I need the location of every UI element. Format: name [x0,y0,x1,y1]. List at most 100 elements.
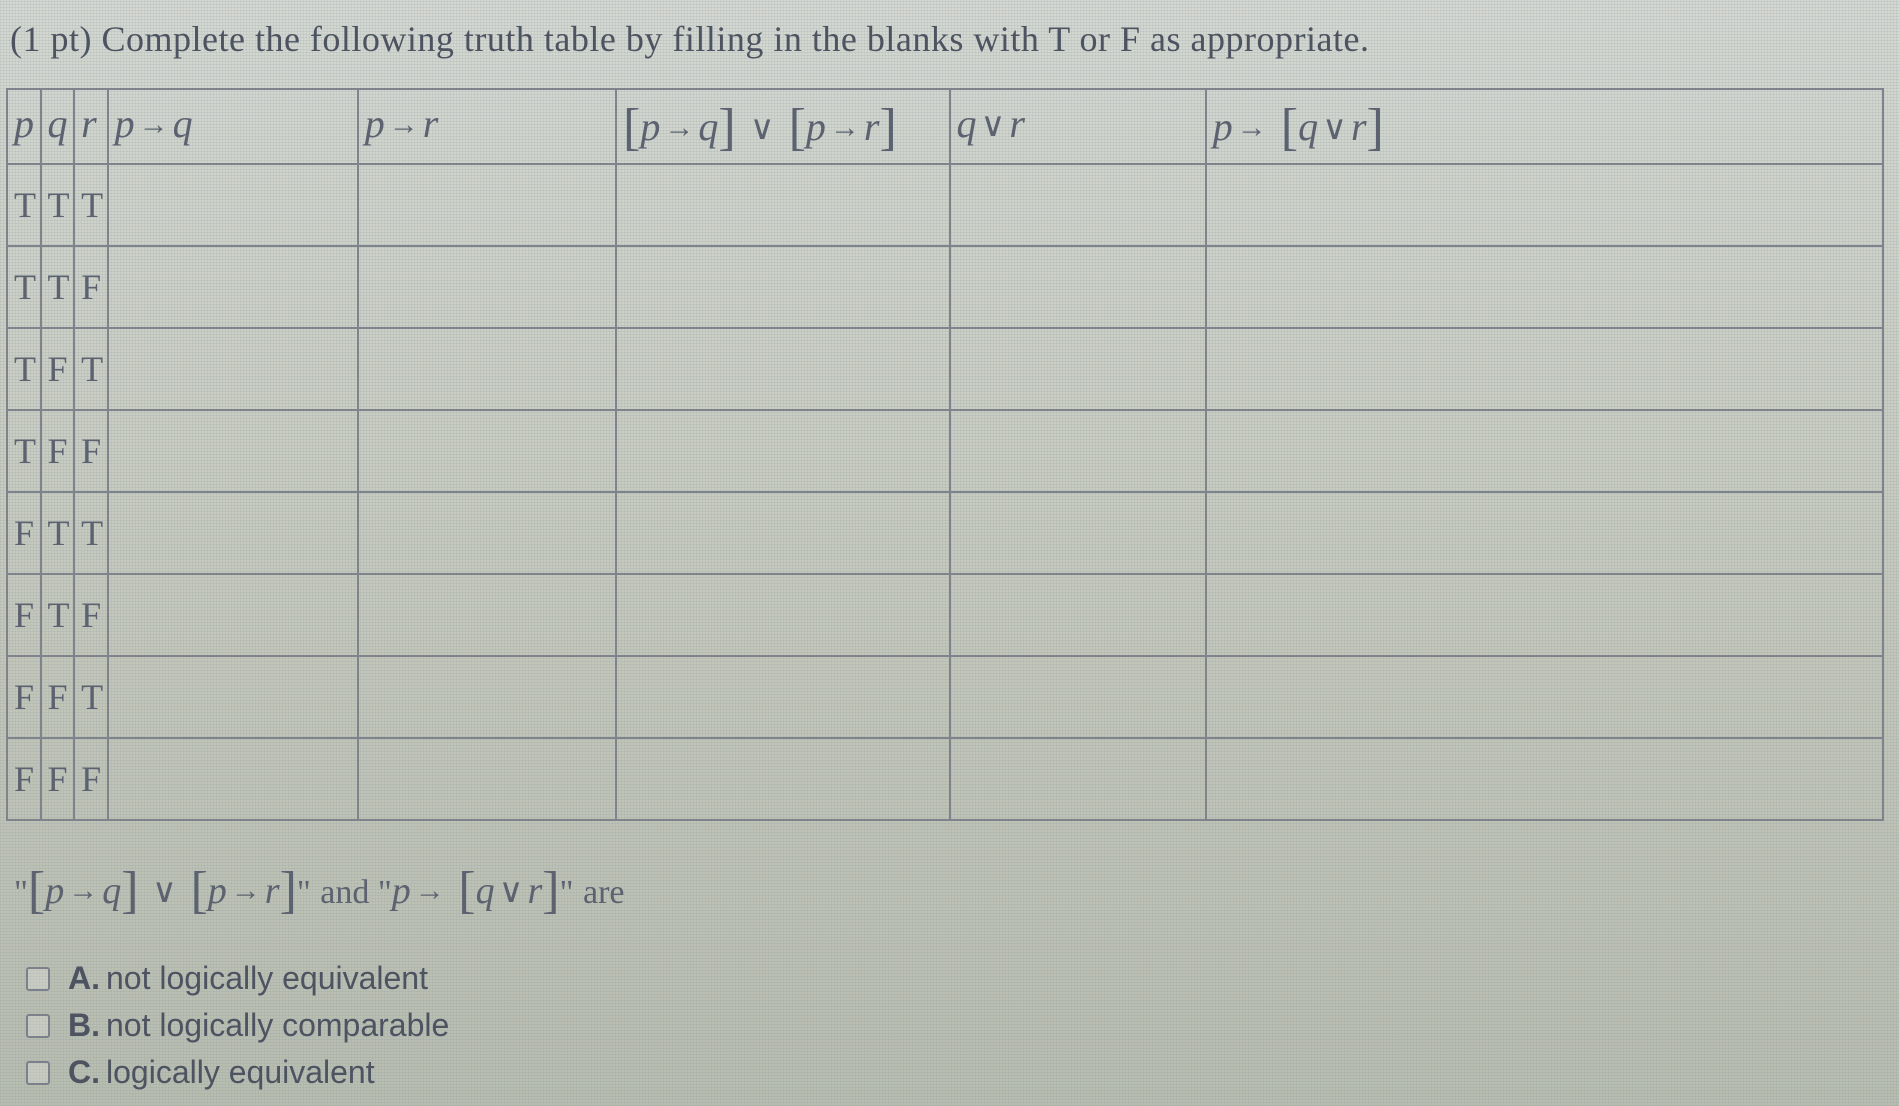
blank-cell[interactable] [1206,246,1883,328]
blank-cell[interactable] [616,656,950,738]
cell-r: F [74,574,108,656]
blank-cell[interactable] [108,738,358,820]
cell-r: T [74,328,108,410]
cell-q: T [41,164,75,246]
cell-p: F [7,492,41,574]
blank-cell[interactable] [950,410,1206,492]
col-p-implies-r: p→r [358,89,616,164]
choice-a[interactable]: A.not logically equivalent [26,960,1893,997]
blank-cell[interactable] [108,492,358,574]
cell-p: T [7,410,41,492]
checkbox-icon[interactable] [26,1061,50,1085]
blank-cell[interactable] [616,328,950,410]
col-q-or-r: q∨r [950,89,1206,164]
cell-p: F [7,738,41,820]
cell-q: T [41,246,75,328]
cell-p: T [7,246,41,328]
blank-cell[interactable] [108,246,358,328]
table-row: F F F [7,738,1883,820]
col-r: r [74,89,108,164]
cell-q: F [41,328,75,410]
blank-cell[interactable] [1206,328,1883,410]
cell-q: T [41,574,75,656]
cell-r: T [74,164,108,246]
blank-cell[interactable] [616,410,950,492]
statement-tail: are [583,874,625,911]
col-p-implies-q: p→q [108,89,358,164]
choice-key: B. [68,1007,100,1043]
col-q: q [41,89,75,164]
table-row: T F F [7,410,1883,492]
blank-cell[interactable] [950,246,1206,328]
answer-choices: A.not logically equivalent B.not logical… [26,960,1893,1091]
blank-cell[interactable] [358,328,616,410]
choice-b[interactable]: B.not logically comparable [26,1007,1893,1044]
col-disjunction: [p→q] ∨ [p→r] [616,89,950,164]
cell-r: T [74,492,108,574]
blank-cell[interactable] [108,328,358,410]
blank-cell[interactable] [616,246,950,328]
cell-r: F [74,246,108,328]
blank-cell[interactable] [358,410,616,492]
table-row: F T F [7,574,1883,656]
blank-cell[interactable] [358,738,616,820]
col-p-implies-q-or-r: p→ [q∨r] [1206,89,1883,164]
table-row: T T F [7,246,1883,328]
cell-p: F [7,656,41,738]
blank-cell[interactable] [950,738,1206,820]
blank-cell[interactable] [950,492,1206,574]
blank-cell[interactable] [950,164,1206,246]
cell-q: T [41,492,75,574]
blank-cell[interactable] [358,246,616,328]
blank-cell[interactable] [950,328,1206,410]
statement-and: and [320,874,378,911]
cell-p: T [7,164,41,246]
blank-cell[interactable] [108,574,358,656]
header-row: p q r p→q p→r [p→q] ∨ [p→r] q∨r p [7,89,1883,164]
equivalence-statement: "[p→q] ∨ [p→r]" and "p→ [q∨r]" are [14,857,1893,916]
choice-text: not logically equivalent [106,960,428,996]
choice-text: not logically comparable [106,1007,449,1043]
blank-cell[interactable] [1206,164,1883,246]
blank-cell[interactable] [358,574,616,656]
blank-cell[interactable] [1206,738,1883,820]
cell-q: F [41,656,75,738]
blank-cell[interactable] [616,492,950,574]
checkbox-icon[interactable] [26,967,50,991]
blank-cell[interactable] [358,656,616,738]
blank-cell[interactable] [616,738,950,820]
blank-cell[interactable] [1206,410,1883,492]
col-p: p [7,89,41,164]
blank-cell[interactable] [1206,656,1883,738]
blank-cell[interactable] [1206,492,1883,574]
cell-p: F [7,574,41,656]
blank-cell[interactable] [358,492,616,574]
cell-p: T [7,328,41,410]
blank-cell[interactable] [616,574,950,656]
choice-c[interactable]: C.logically equivalent [26,1054,1893,1091]
cell-r: F [74,738,108,820]
checkbox-icon[interactable] [26,1014,50,1038]
blank-cell[interactable] [950,574,1206,656]
choice-key: A. [68,960,100,996]
table-row: F F T [7,656,1883,738]
question-prompt: (1 pt) Complete the following truth tabl… [10,18,1893,60]
choice-text: logically equivalent [106,1054,375,1090]
choice-key: C. [68,1054,100,1090]
table-row: T T T [7,164,1883,246]
blank-cell[interactable] [108,164,358,246]
blank-cell[interactable] [108,656,358,738]
table-row: T F T [7,328,1883,410]
page-root: (1 pt) Complete the following truth tabl… [0,0,1899,1106]
truth-table: p q r p→q p→r [p→q] ∨ [p→r] q∨r p [6,88,1884,821]
blank-cell[interactable] [950,656,1206,738]
cell-r: F [74,410,108,492]
cell-q: F [41,738,75,820]
blank-cell[interactable] [1206,574,1883,656]
blank-cell[interactable] [358,164,616,246]
blank-cell[interactable] [108,410,358,492]
blank-cell[interactable] [616,164,950,246]
cell-r: T [74,656,108,738]
cell-q: F [41,410,75,492]
table-row: F T T [7,492,1883,574]
